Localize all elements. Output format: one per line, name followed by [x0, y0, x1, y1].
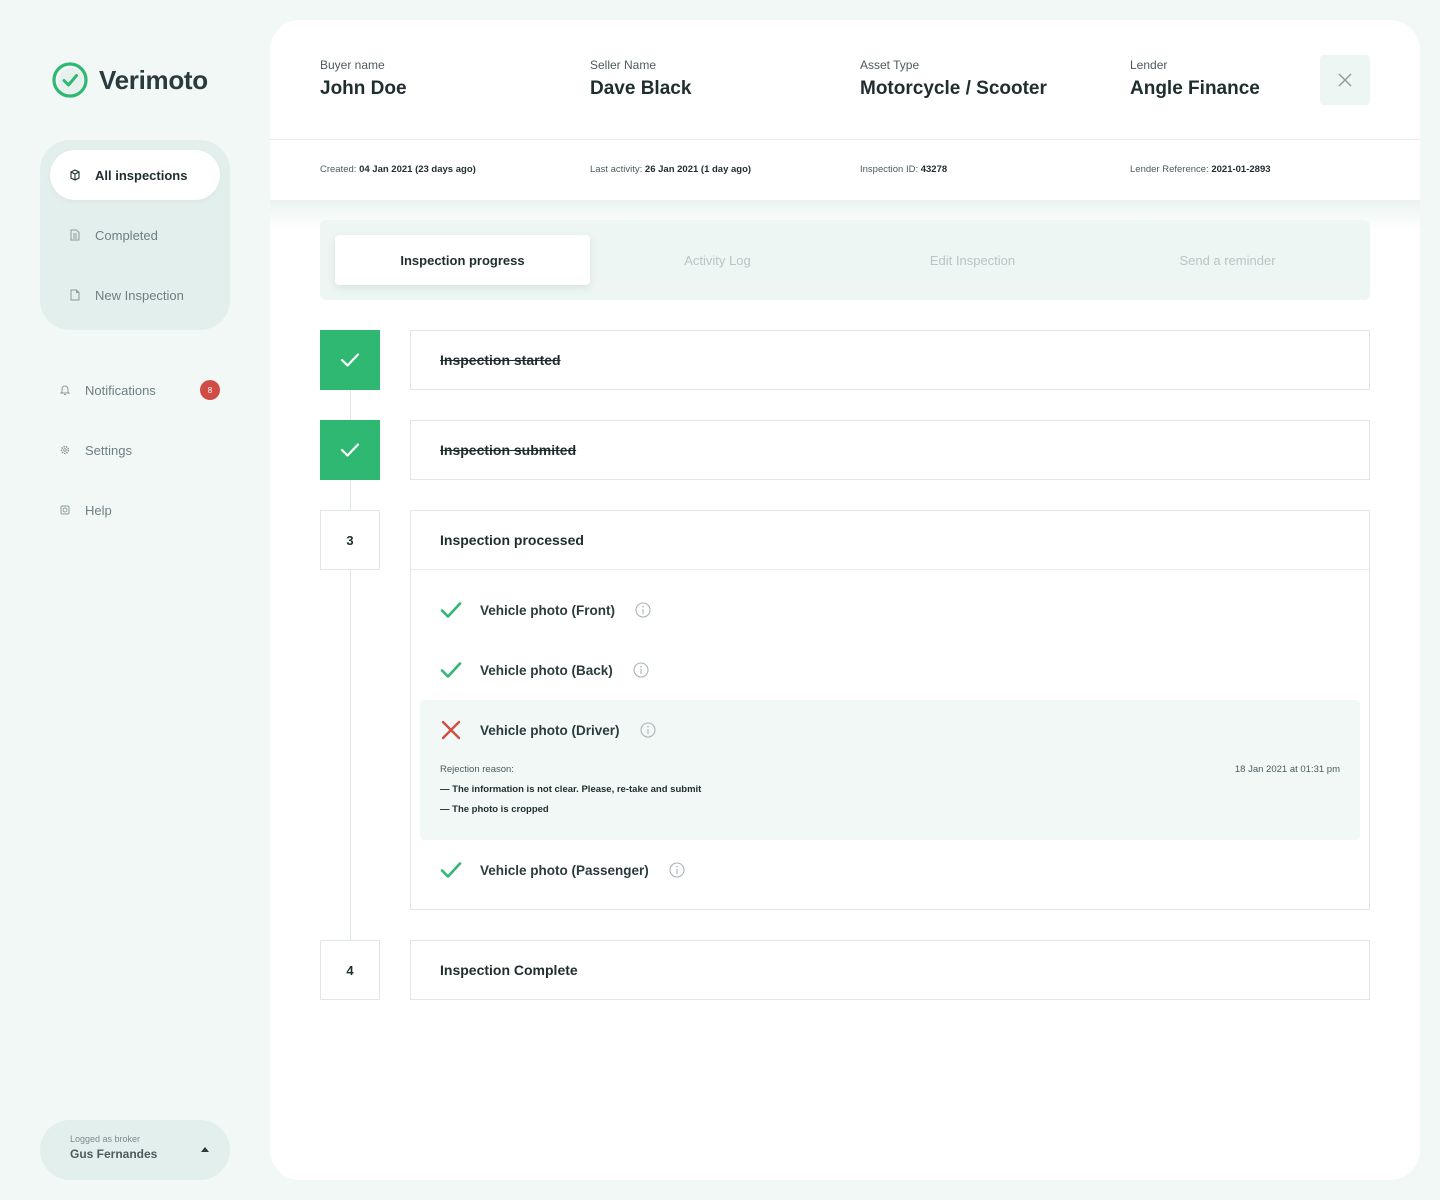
meta-label: Created:	[320, 164, 357, 175]
inspection-header: Buyer name John Doe Seller Name Dave Bla…	[270, 20, 1420, 140]
info-icon[interactable]	[635, 602, 651, 618]
check-item-back[interactable]: Vehicle photo (Back)	[411, 640, 1369, 700]
check-item-label: Vehicle photo (Driver)	[480, 722, 620, 738]
secondary-nav: Notifications 8 Settings Help	[40, 365, 230, 535]
step-title: Inspection processed	[440, 532, 584, 548]
rejection-reason: — The information is not clear. Please, …	[440, 784, 702, 795]
step-title: Inspection started	[440, 352, 561, 368]
lender-field: Lender Angle Finance	[1130, 58, 1260, 100]
inspection-meta: Created: 04 Jan 2021 (23 days ago) Last …	[270, 140, 1420, 200]
bell-icon	[60, 385, 70, 395]
help-icon	[60, 505, 70, 515]
step-title: Inspection submited	[440, 442, 577, 458]
meta-value: 2021-01-2893	[1211, 164, 1271, 175]
app-name: Verimoto	[99, 64, 208, 95]
user-name: Gus Fernandes	[70, 1147, 158, 1161]
tab-activity-log[interactable]: Activity Log	[590, 235, 845, 285]
nav-item-new-inspection[interactable]: New Inspection	[50, 270, 220, 320]
field-value: John Doe	[320, 78, 407, 99]
nav-item-settings[interactable]: Settings	[40, 425, 230, 475]
field-value: Angle Finance	[1130, 78, 1260, 99]
step-4-marker: 4	[320, 940, 380, 1000]
tab-send-reminder[interactable]: Send a reminder	[1100, 235, 1355, 285]
check-icon	[340, 443, 360, 457]
seller-field: Seller Name Dave Black	[590, 58, 691, 100]
meta-value: 04 Jan 2021 (23 days ago)	[359, 164, 476, 175]
check-item-label: Vehicle photo (Back)	[480, 662, 613, 678]
info-icon[interactable]	[669, 862, 685, 878]
meta-inspection-id: Inspection ID: 43278	[860, 164, 947, 175]
info-icon[interactable]	[633, 662, 649, 678]
nav-item-all-inspections[interactable]: All inspections	[50, 150, 220, 200]
meta-label: Last activity:	[590, 164, 643, 175]
step-4-card[interactable]: Inspection Complete	[410, 940, 1370, 1000]
meta-created: Created: 04 Jan 2021 (23 days ago)	[320, 164, 476, 175]
field-label: Seller Name	[590, 58, 657, 72]
meta-last-activity: Last activity: 26 Jan 2021 (1 day ago)	[590, 164, 751, 175]
check-icon	[340, 353, 360, 367]
nav-label: Settings	[85, 442, 132, 458]
meta-value: 43278	[920, 164, 948, 175]
notification-count-badge: 8	[200, 380, 220, 400]
step-1-card[interactable]: Inspection started	[410, 330, 1370, 390]
meta-lender-reference: Lender Reference: 2021-01-2893	[1130, 164, 1271, 175]
nav-label: Completed	[95, 227, 158, 243]
rejected-item-driver[interactable]: Vehicle photo (Driver) Rejection reason:…	[420, 700, 1360, 840]
field-label: Lender	[1130, 58, 1168, 72]
nav-item-help[interactable]: Help	[40, 485, 230, 535]
meta-label: Lender Reference:	[1130, 164, 1209, 175]
file-icon	[70, 289, 80, 301]
primary-nav: All inspections Completed New Inspection	[40, 140, 230, 330]
meta-label: Inspection ID:	[860, 164, 919, 175]
field-label: Asset Type	[860, 58, 920, 72]
buyer-field: Buyer name John Doe	[320, 58, 407, 100]
user-role: Logged as broker	[70, 1134, 141, 1144]
step-3-marker: 3	[320, 510, 380, 570]
rejection-reason: — The photo is cropped	[440, 804, 549, 815]
nav-item-notifications[interactable]: Notifications 8	[40, 365, 230, 415]
nav-item-completed[interactable]: Completed	[50, 210, 220, 260]
check-item-front[interactable]: Vehicle photo (Front)	[411, 580, 1369, 640]
step-3-card[interactable]: Inspection processed Vehicle photo (Fron…	[410, 510, 1370, 910]
user-menu[interactable]: Logged as broker Gus Fernandes	[40, 1120, 230, 1180]
verimoto-logo-icon	[52, 62, 88, 98]
check-icon	[440, 602, 462, 618]
step-title: Inspection Complete	[440, 962, 578, 978]
check-item-label: Vehicle photo (Passenger)	[480, 862, 649, 878]
tab-bar: Inspection progress Activity Log Edit In…	[320, 220, 1370, 300]
check-icon	[440, 862, 462, 878]
step-2-card[interactable]: Inspection submited	[410, 420, 1370, 480]
field-value: Dave Black	[590, 78, 692, 99]
cross-icon	[441, 720, 461, 740]
rejection-date: 18 Jan 2021 at 01:31 pm	[1234, 764, 1340, 775]
tab-edit-inspection[interactable]: Edit Inspection	[845, 235, 1100, 285]
tab-inspection-progress[interactable]: Inspection progress	[335, 235, 590, 285]
gear-icon	[60, 445, 70, 455]
info-icon[interactable]	[639, 722, 656, 738]
inspection-detail-panel: Buyer name John Doe Seller Name Dave Bla…	[270, 20, 1420, 1180]
nav-label: All inspections	[95, 167, 188, 183]
app-logo[interactable]: Verimoto	[52, 62, 208, 98]
check-item-passenger[interactable]: Vehicle photo (Passenger)	[411, 840, 1369, 900]
check-item-driver: Vehicle photo (Driver)	[420, 700, 1360, 760]
close-icon	[1338, 73, 1352, 87]
step-2-marker	[320, 420, 380, 480]
field-value: Motorcycle / Scooter	[860, 78, 1047, 99]
nav-label: New Inspection	[95, 287, 184, 303]
step-1-marker	[320, 330, 380, 390]
asset-type-field: Asset Type Motorcycle / Scooter	[860, 58, 1047, 100]
box-icon	[70, 169, 80, 181]
check-item-label: Vehicle photo (Front)	[480, 602, 615, 618]
rejection-reason-label: Rejection reason:	[440, 764, 514, 775]
close-button[interactable]	[1320, 55, 1370, 105]
field-label: Buyer name	[320, 58, 385, 72]
nav-label: Notifications	[85, 382, 156, 398]
nav-label: Help	[85, 502, 112, 518]
document-icon	[70, 229, 80, 241]
check-icon	[440, 662, 462, 678]
meta-value: 26 Jan 2021 (1 day ago)	[644, 164, 752, 175]
caret-up-icon	[201, 1147, 209, 1152]
